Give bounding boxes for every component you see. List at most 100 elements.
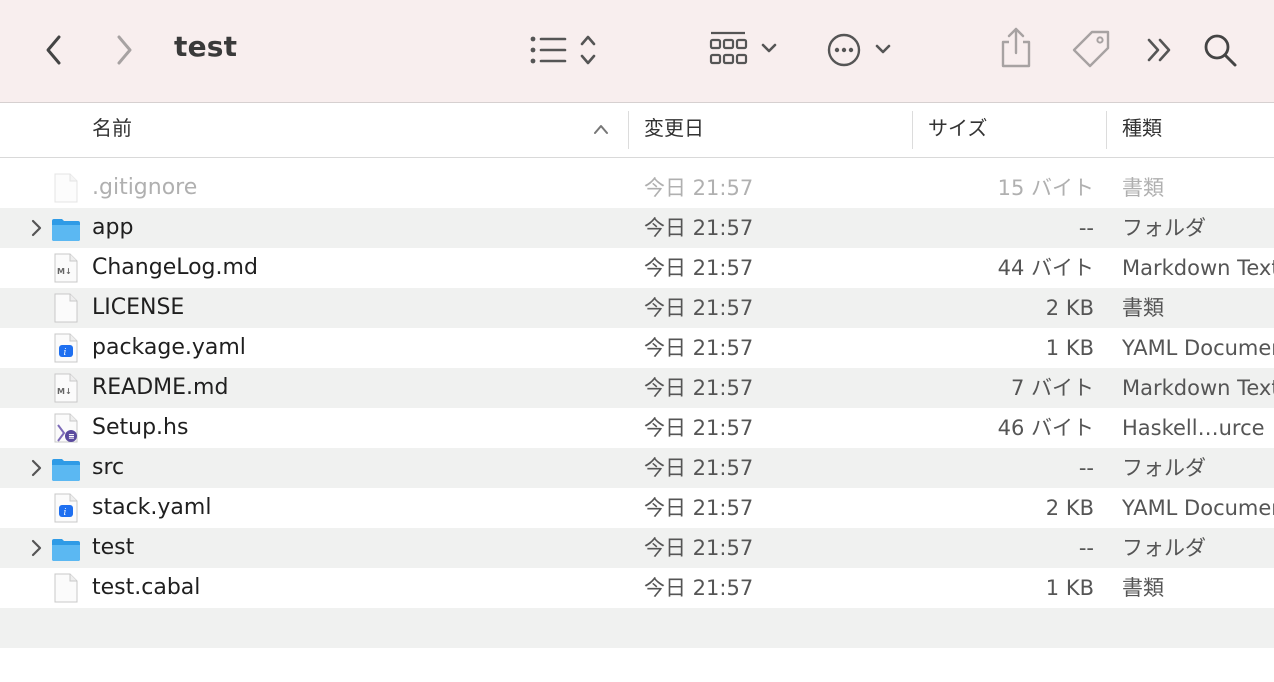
folder-icon — [52, 219, 80, 241]
file-size: 15 バイト — [997, 176, 1094, 200]
file-list: .gitignore 今日 21:57 15 バイト 書類 app 今日 21:… — [0, 168, 1274, 608]
file-row[interactable]: i package.yaml 今日 21:57 1 KB YAML Docume… — [0, 328, 1274, 368]
markdown-file-icon: M↓ — [54, 253, 78, 283]
file-name: ChangeLog.md — [92, 255, 258, 280]
file-row[interactable]: i stack.yaml 今日 21:57 2 KB YAML Document — [0, 488, 1274, 528]
yaml-file-icon: i — [54, 493, 78, 523]
file-name: package.yaml — [92, 335, 246, 360]
file-row[interactable]: .gitignore 今日 21:57 15 バイト 書類 — [0, 168, 1274, 208]
folder-row[interactable]: app 今日 21:57 -- フォルダ — [0, 208, 1274, 248]
file-size: 2 KB — [1045, 496, 1094, 520]
folder-icon — [52, 539, 80, 561]
file-date: 今日 21:57 — [644, 376, 754, 400]
grid-view-icon — [709, 31, 777, 65]
file-date: 今日 21:57 — [644, 576, 754, 600]
file-name: .gitignore — [92, 175, 198, 200]
svg-text:M↓: M↓ — [57, 267, 72, 276]
column-date-label: 変更日 — [644, 116, 704, 140]
file-date: 今日 21:57 — [644, 216, 754, 240]
file-row[interactable]: M↓ ChangeLog.md 今日 21:57 44 バイト Markdown… — [0, 248, 1274, 288]
share-icon — [1001, 27, 1031, 68]
empty-row — [0, 608, 1274, 648]
more-toolbar-button[interactable] — [1144, 34, 1176, 66]
list-sort-icon — [530, 35, 596, 65]
file-kind: Markdown Text — [1122, 256, 1274, 280]
file-kind: YAML Document — [1122, 336, 1274, 360]
file-row[interactable]: LICENSE 今日 21:57 2 KB 書類 — [0, 288, 1274, 328]
file-size: 7 バイト — [1010, 376, 1094, 400]
svg-text:i: i — [64, 348, 67, 358]
column-divider[interactable] — [912, 111, 913, 149]
file-size: 46 バイト — [997, 416, 1094, 440]
search-icon — [1204, 34, 1237, 67]
file-date: 今日 21:57 — [644, 296, 754, 320]
column-size-header[interactable]: サイズ — [928, 103, 987, 157]
file-name: README.md — [92, 375, 229, 400]
search-button[interactable] — [1202, 32, 1238, 68]
file-name: src — [92, 455, 125, 480]
file-date: 今日 21:57 — [644, 256, 754, 280]
file-size: 1 KB — [1045, 576, 1094, 600]
markdown-file-icon: M↓ — [54, 373, 78, 403]
svg-text:M↓: M↓ — [57, 387, 72, 396]
file-name: app — [92, 215, 134, 240]
document-icon — [54, 573, 78, 603]
column-kind-header[interactable]: 種類 — [1122, 103, 1162, 157]
column-kind-label: 種類 — [1122, 116, 1162, 140]
share-button[interactable] — [998, 26, 1034, 70]
file-date: 今日 21:57 — [644, 416, 754, 440]
folder-icon — [52, 459, 80, 481]
document-icon — [54, 293, 78, 323]
action-button[interactable] — [826, 30, 896, 70]
column-divider[interactable] — [628, 111, 629, 149]
column-name-label: 名前 — [92, 116, 132, 140]
chevron-right-icon — [117, 35, 132, 65]
window-title: test — [174, 30, 238, 63]
file-date: 今日 21:57 — [644, 496, 754, 520]
file-kind: 書類 — [1122, 176, 1164, 200]
sort-ascending-icon — [594, 125, 608, 134]
file-date: 今日 21:57 — [644, 336, 754, 360]
file-name: stack.yaml — [92, 495, 212, 520]
chevron-left-icon — [46, 35, 61, 65]
column-divider[interactable] — [1106, 111, 1107, 149]
file-kind: フォルダ — [1122, 216, 1206, 240]
file-date: 今日 21:57 — [644, 456, 754, 480]
file-row[interactable]: ≡ Setup.hs 今日 21:57 46 バイト Haskell…urce — [0, 408, 1274, 448]
file-size: -- — [1078, 456, 1094, 480]
column-date-header[interactable]: 変更日 — [644, 103, 704, 157]
file-kind: フォルダ — [1122, 536, 1206, 560]
folder-row[interactable]: src 今日 21:57 -- フォルダ — [0, 448, 1274, 488]
file-name: LICENSE — [92, 295, 185, 320]
more-actions-icon — [827, 33, 891, 67]
forward-button[interactable] — [108, 30, 140, 70]
tag-icon — [1072, 30, 1110, 68]
file-date: 今日 21:57 — [644, 176, 754, 200]
group-button[interactable] — [708, 30, 782, 70]
file-kind: 書類 — [1122, 296, 1164, 320]
file-date: 今日 21:57 — [644, 536, 754, 560]
column-size-label: サイズ — [928, 116, 988, 140]
svg-text:≡: ≡ — [68, 432, 75, 441]
file-size: 2 KB — [1045, 296, 1094, 320]
disclosure-triangle-icon[interactable] — [26, 538, 46, 558]
file-size: -- — [1078, 536, 1094, 560]
file-size: 1 KB — [1045, 336, 1094, 360]
file-row[interactable]: test.cabal 今日 21:57 1 KB 書類 — [0, 568, 1274, 608]
file-kind: YAML Document — [1122, 496, 1274, 520]
tag-button[interactable] — [1070, 28, 1114, 72]
file-kind: Haskell…urce — [1122, 416, 1265, 440]
disclosure-triangle-icon[interactable] — [26, 218, 46, 238]
file-row[interactable]: M↓ README.md 今日 21:57 7 バイト Markdown Tex… — [0, 368, 1274, 408]
column-header: 名前 変更日 サイズ 種類 — [0, 103, 1274, 158]
column-name-header[interactable]: 名前 — [92, 103, 622, 157]
view-options-button[interactable] — [528, 32, 604, 68]
haskell-file-icon: ≡ — [54, 413, 78, 443]
file-name: test.cabal — [92, 575, 201, 600]
finder-toolbar: test — [0, 0, 1274, 103]
folder-row[interactable]: test 今日 21:57 -- フォルダ — [0, 528, 1274, 568]
back-button[interactable] — [38, 30, 70, 70]
disclosure-triangle-icon[interactable] — [26, 458, 46, 478]
file-size: 44 バイト — [997, 256, 1094, 280]
yaml-file-icon: i — [54, 333, 78, 363]
